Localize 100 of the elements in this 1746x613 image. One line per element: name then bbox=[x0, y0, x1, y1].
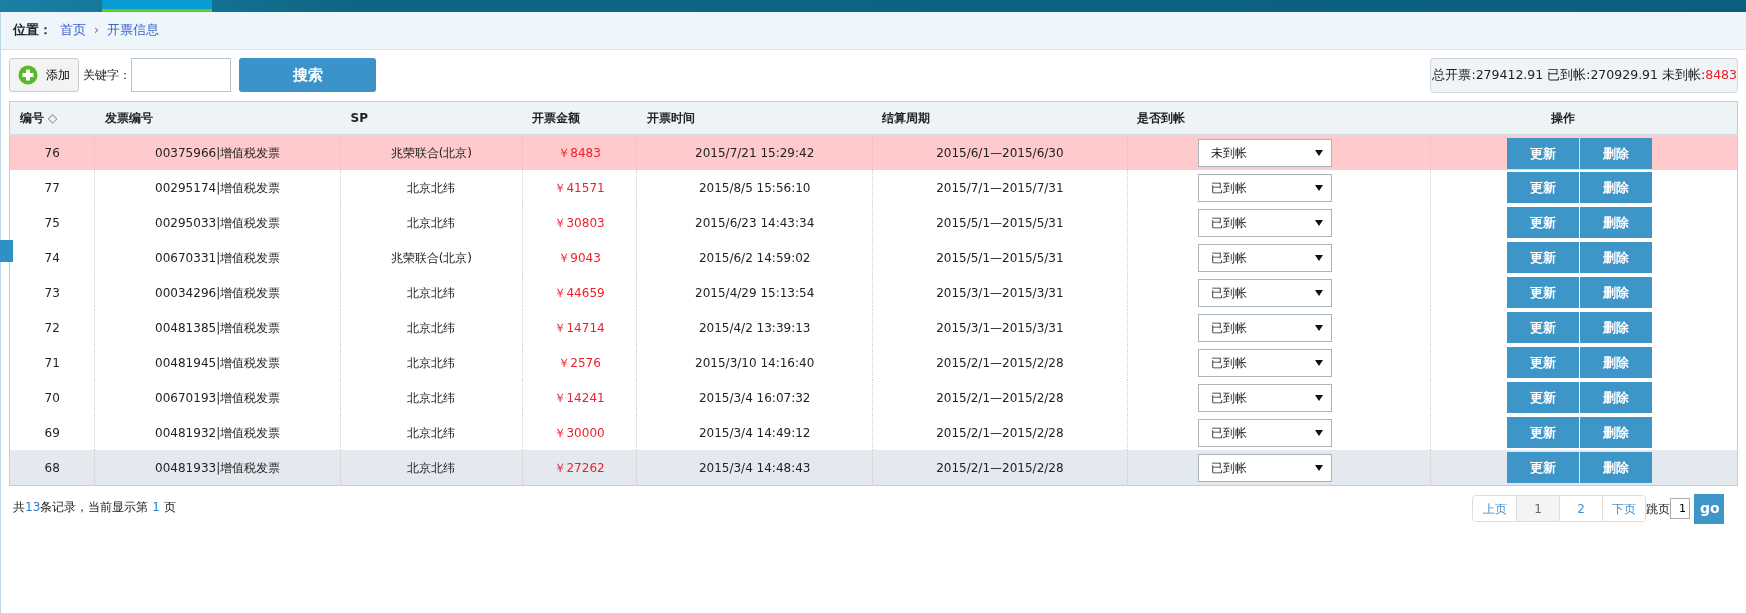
table-cell: 00375966|增值税发票 bbox=[155, 146, 281, 161]
update-button[interactable]: 更新 bbox=[1507, 137, 1580, 169]
summary-text: 总开票:279412.91 已到帐:270929.91 未到帐:8483 bbox=[1430, 58, 1738, 93]
status-dropdown[interactable]: 已到帐 bbox=[1197, 418, 1332, 447]
dropdown-caret-icon bbox=[1314, 289, 1323, 296]
status-dropdown[interactable]: 未到帐 bbox=[1197, 139, 1332, 168]
table-cell: ￥41571 bbox=[554, 180, 605, 195]
table-cell: 北京北纬 bbox=[407, 285, 456, 300]
dropdown-caret-icon bbox=[1314, 219, 1323, 226]
table-cell: 72 bbox=[44, 320, 60, 335]
breadcrumb-link[interactable]: 首页 bbox=[60, 21, 86, 40]
table-cell: 2015/6/1—2015/6/30 bbox=[936, 146, 1064, 161]
table-cell: 00295174|增值税发票 bbox=[155, 180, 281, 195]
add-button[interactable]: 添加 bbox=[9, 58, 79, 93]
sidebar-toggle[interactable] bbox=[0, 240, 13, 262]
table-cell: 70 bbox=[44, 390, 60, 405]
table-cell: 北京北纬 bbox=[407, 355, 456, 370]
update-button[interactable]: 更新 bbox=[1507, 172, 1580, 204]
update-button[interactable]: 更新 bbox=[1507, 277, 1580, 309]
keyword-field[interactable] bbox=[131, 58, 231, 93]
top-nav-tab[interactable] bbox=[102, 0, 212, 12]
table-cell: ￥9043 bbox=[558, 250, 601, 265]
column-header: 发票编号 bbox=[104, 111, 153, 125]
status-dropdown[interactable]: 已到帐 bbox=[1197, 278, 1332, 307]
table-cell: 北京北纬 bbox=[407, 425, 456, 440]
table-cell: ￥14714 bbox=[554, 320, 605, 335]
delete-button[interactable]: 删除 bbox=[1580, 347, 1653, 379]
table-cell: 兆荣联合(北京) bbox=[390, 146, 473, 161]
update-button[interactable]: 更新 bbox=[1507, 312, 1580, 344]
search-button[interactable]: 搜索 bbox=[239, 58, 376, 93]
table-cell: 2015/2/1—2015/2/28 bbox=[936, 425, 1064, 440]
table-cell: 2015/7/1—2015/7/31 bbox=[936, 180, 1064, 195]
dropdown-caret-icon bbox=[1314, 324, 1323, 331]
table-cell: 00034296|增值税发票 bbox=[155, 285, 281, 300]
table-cell: 2015/2/1—2015/2/28 bbox=[936, 390, 1064, 405]
table-cell: ￥30803 bbox=[554, 215, 605, 230]
table-cell: 73 bbox=[44, 285, 60, 300]
table-cell: 00670193|增值税发票 bbox=[155, 390, 281, 405]
delete-button[interactable]: 删除 bbox=[1580, 417, 1653, 449]
table-cell: ￥44659 bbox=[554, 285, 605, 300]
table-cell: ￥30000 bbox=[554, 425, 605, 440]
delete-button[interactable]: 删除 bbox=[1580, 382, 1653, 414]
delete-button[interactable]: 删除 bbox=[1580, 452, 1653, 483]
dropdown-caret-icon bbox=[1314, 184, 1323, 191]
delete-button[interactable]: 删除 bbox=[1580, 312, 1653, 344]
table-cell: 2015/4/2 13:39:13 bbox=[698, 320, 811, 335]
dropdown-caret-icon bbox=[1314, 359, 1323, 366]
go-button[interactable]: go bbox=[1694, 493, 1724, 524]
table-cell: 北京北纬 bbox=[407, 390, 456, 405]
sort-icon[interactable]: ◇ bbox=[48, 111, 58, 125]
update-button[interactable]: 更新 bbox=[1507, 207, 1580, 239]
update-button[interactable]: 更新 bbox=[1507, 417, 1580, 449]
page-button[interactable]: 下页 bbox=[1602, 496, 1645, 522]
column-header: 开票金额 bbox=[532, 111, 581, 125]
table-cell: ￥27262 bbox=[554, 460, 605, 475]
column-header: 结算周期 bbox=[882, 111, 931, 125]
update-button[interactable]: 更新 bbox=[1507, 242, 1580, 274]
table-cell: 2015/2/1—2015/2/28 bbox=[936, 460, 1064, 475]
status-dropdown[interactable]: 已到帐 bbox=[1197, 313, 1332, 342]
page-jump-field[interactable]: 1 bbox=[1670, 498, 1690, 520]
table-cell: 00481945|增值税发票 bbox=[155, 355, 281, 370]
table-cell: 北京北纬 bbox=[407, 215, 456, 230]
table-cell: 76 bbox=[44, 146, 60, 161]
table-cell: 2015/5/1—2015/5/31 bbox=[936, 215, 1064, 230]
table-cell: 2015/7/21 15:29:42 bbox=[695, 146, 815, 161]
status-dropdown[interactable]: 已到帐 bbox=[1197, 173, 1332, 202]
delete-button[interactable]: 删除 bbox=[1580, 137, 1653, 169]
status-dropdown[interactable]: 已到帐 bbox=[1197, 453, 1332, 482]
table-cell: ￥2576 bbox=[558, 355, 601, 370]
table-cell: ￥8483 bbox=[558, 146, 601, 161]
update-button[interactable]: 更新 bbox=[1507, 382, 1580, 414]
delete-button[interactable]: 删除 bbox=[1580, 207, 1653, 239]
delete-button[interactable]: 删除 bbox=[1580, 172, 1653, 204]
status-dropdown[interactable]: 已到帐 bbox=[1197, 383, 1332, 412]
table-cell: 2015/3/4 14:48:43 bbox=[698, 460, 811, 475]
table-cell: 北京北纬 bbox=[407, 320, 456, 335]
page-button[interactable]: 1 bbox=[1516, 496, 1559, 522]
update-button[interactable]: 更新 bbox=[1507, 347, 1580, 379]
table-cell: 2015/3/1—2015/3/31 bbox=[936, 320, 1064, 335]
delete-button[interactable]: 删除 bbox=[1580, 277, 1653, 309]
status-dropdown[interactable]: 已到帐 bbox=[1197, 208, 1332, 237]
table-cell: 68 bbox=[44, 460, 60, 475]
column-header: 编号 bbox=[20, 111, 44, 125]
dropdown-caret-icon bbox=[1314, 464, 1323, 471]
column-header: 开票时间 bbox=[646, 111, 695, 125]
table-cell: 00295033|增值税发票 bbox=[155, 215, 281, 230]
table-cell: 2015/6/2 14:59:02 bbox=[698, 250, 811, 265]
record-count-text: 共13条记录，当前显示第 1 页 bbox=[12, 498, 176, 516]
breadcrumb-separator: › bbox=[94, 21, 99, 40]
update-button[interactable]: 更新 bbox=[1507, 452, 1580, 483]
table-cell: 69 bbox=[44, 425, 60, 440]
jump-label: 跳页 bbox=[1646, 500, 1670, 518]
table-cell: 75 bbox=[44, 215, 60, 230]
table-cell: 2015/3/1—2015/3/31 bbox=[936, 285, 1064, 300]
table-cell: 2015/3/4 14:49:12 bbox=[698, 425, 811, 440]
status-dropdown[interactable]: 已到帐 bbox=[1197, 348, 1332, 377]
delete-button[interactable]: 删除 bbox=[1580, 242, 1653, 274]
status-dropdown[interactable]: 已到帐 bbox=[1197, 243, 1332, 272]
table-cell: 北京北纬 bbox=[407, 180, 456, 195]
breadcrumb-link[interactable]: 开票信息 bbox=[107, 21, 159, 40]
